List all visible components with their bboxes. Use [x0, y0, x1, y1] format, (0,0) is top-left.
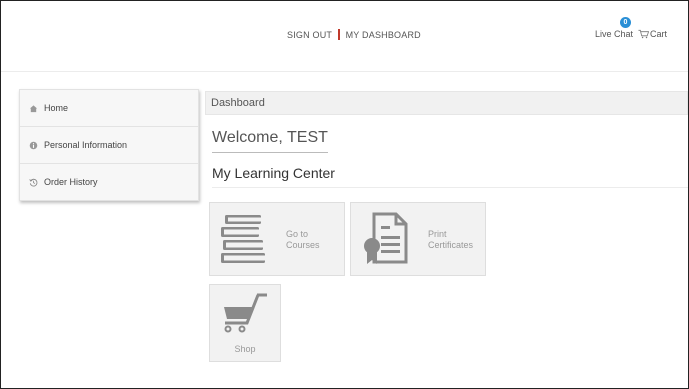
print-certificates-tile[interactable]: Print Certificates: [350, 202, 486, 276]
chat-count-badge: 0: [620, 17, 631, 28]
history-icon: [29, 178, 38, 187]
go-to-courses-tile[interactable]: Go to Courses: [209, 202, 345, 276]
site-header: SIGN OUT MY DASHBOARD Live Chat 0 Cart: [1, 1, 688, 72]
shop-tile[interactable]: Shop: [209, 284, 281, 362]
tile-label: Shop: [234, 344, 256, 354]
tile-label-line1: Go to: [286, 229, 309, 239]
cart-icon: [638, 29, 650, 39]
main-content: Dashboard Welcome, TEST My Learning Cent…: [205, 91, 688, 362]
sign-out-link[interactable]: SIGN OUT: [287, 30, 332, 40]
books-icon: [221, 215, 265, 263]
home-icon: [29, 104, 38, 113]
shopping-cart-icon: [224, 293, 267, 333]
page-frame: SIGN OUT MY DASHBOARD Live Chat 0 Cart H…: [0, 0, 689, 389]
sidebar-item-home[interactable]: Home: [20, 90, 198, 127]
live-chat-label: Live Chat: [595, 29, 634, 39]
tile-label-line1: Print: [428, 229, 447, 239]
breadcrumb: Dashboard: [205, 91, 688, 115]
sidebar-item-order-history[interactable]: Order History: [20, 164, 198, 200]
sidebar-item-label: Home: [44, 103, 69, 113]
tile-label-line2: Courses: [286, 240, 320, 250]
sidebar-menu: Home Personal Information Order History: [19, 89, 199, 201]
live-chat-link[interactable]: Live Chat 0: [595, 17, 634, 39]
nav-separator: [338, 29, 340, 40]
section-title: My Learning Center: [212, 165, 688, 188]
sidebar-item-label: Order History: [44, 177, 98, 187]
welcome-heading: Welcome, TEST: [212, 129, 328, 153]
info-icon: [29, 141, 38, 150]
sidebar-item-personal-information[interactable]: Personal Information: [20, 127, 198, 164]
header-utilities: Live Chat 0 Cart: [595, 17, 667, 39]
cart-label: Cart: [650, 29, 668, 39]
my-dashboard-link[interactable]: MY DASHBOARD: [346, 30, 421, 40]
sidebar-item-label: Personal Information: [44, 140, 128, 150]
tile-label-line2: Certificates: [428, 240, 474, 250]
certificate-icon: [364, 212, 408, 264]
header-nav: SIGN OUT MY DASHBOARD: [287, 29, 421, 40]
cart-link[interactable]: Cart: [638, 29, 667, 39]
